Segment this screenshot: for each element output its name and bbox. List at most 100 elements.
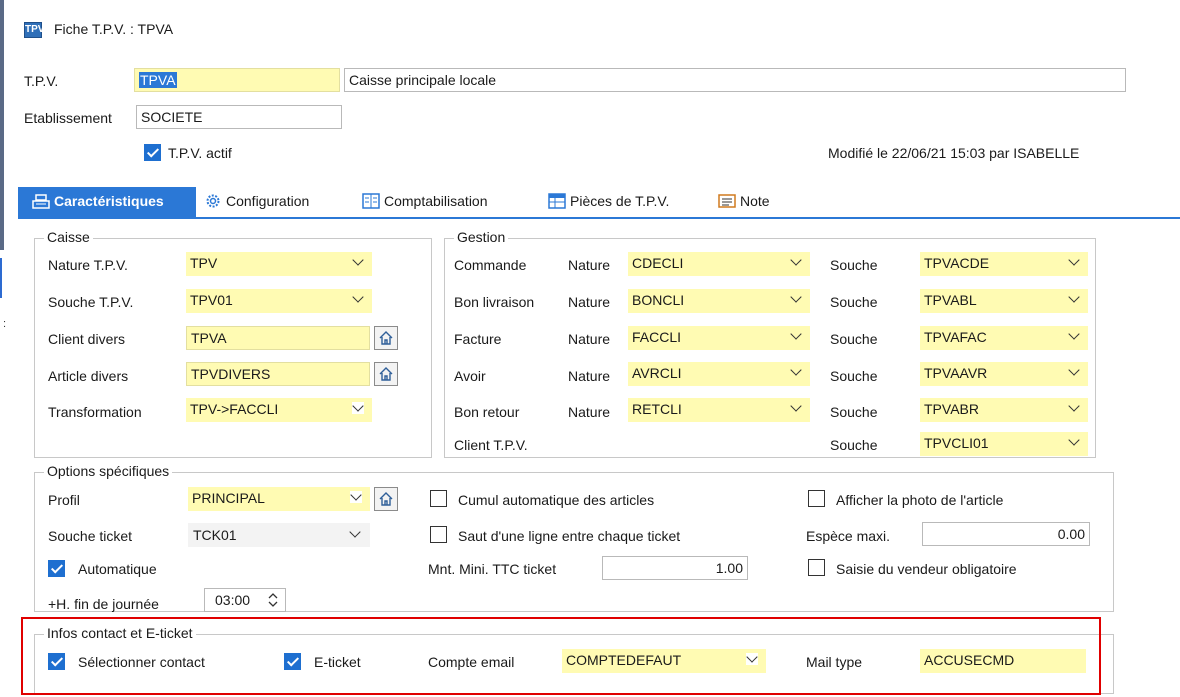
client-divers-lookup-button[interactable] — [374, 326, 398, 350]
article-divers-field[interactable]: TPVDIVERS — [186, 362, 370, 386]
tpv-app-icon: TPV — [24, 22, 44, 38]
transformation-select[interactable]: TPV->FACCLI — [186, 398, 372, 422]
chevron-down-icon[interactable] — [790, 293, 802, 305]
chevron-down-icon[interactable] — [790, 402, 802, 414]
profil-value: PRINCIPAL — [192, 490, 265, 506]
souche-label: Souche — [830, 404, 878, 420]
facture-nature-value: FACCLI — [632, 329, 682, 345]
chevron-down-icon[interactable] — [1068, 402, 1080, 414]
avoir-nature-select[interactable]: AVRCLI — [628, 362, 810, 386]
souche-label: Souche — [830, 437, 878, 453]
tab-caracteristiques[interactable]: Caractéristiques — [18, 187, 196, 218]
gestion-row-label: Facture — [454, 331, 502, 347]
profil-label: Profil — [48, 492, 80, 508]
commande-nature-select[interactable]: CDECLI — [628, 252, 810, 276]
souche-label: Souche — [830, 257, 878, 273]
nature-label: Nature — [568, 331, 611, 347]
nature-label: Nature — [568, 257, 611, 273]
nature-tpv-value: TPV — [190, 255, 218, 271]
souche-label: Souche — [830, 294, 878, 310]
chevron-down-icon[interactable] — [790, 256, 802, 268]
edge-mark: : — [3, 318, 7, 330]
espece-maxi-field[interactable]: 0.00 — [922, 522, 1090, 546]
chevron-down-icon[interactable] — [349, 528, 361, 540]
chevron-down-icon[interactable] — [352, 293, 364, 305]
nature-tpv-select[interactable]: TPV — [186, 252, 372, 276]
tab-comptabilisation[interactable]: Comptabilisation — [362, 193, 488, 209]
chevron-down-icon[interactable] — [352, 402, 364, 414]
espece-maxi-label: Espèce maxi. — [806, 528, 891, 544]
bon-retour-souche-select[interactable]: TPVABR — [920, 398, 1088, 422]
home-icon — [379, 331, 393, 345]
photo-article-checkbox[interactable] — [808, 490, 825, 507]
article-divers-lookup-button[interactable] — [374, 362, 398, 386]
chevron-down-icon[interactable] — [350, 491, 362, 503]
gestion-row-label: Bon retour — [454, 404, 520, 420]
transformation-value: TPV->FACCLI — [190, 401, 279, 417]
client-tpv-souche-select[interactable]: TPVCLI01 — [920, 432, 1088, 456]
article-divers-label: Article divers — [48, 368, 129, 384]
tab-configuration[interactable]: Configuration — [204, 193, 309, 209]
chevron-down-icon[interactable] — [1068, 330, 1080, 342]
profil-select[interactable]: PRINCIPAL — [188, 487, 370, 511]
home-icon — [379, 367, 393, 381]
chevron-down-icon[interactable] — [1068, 366, 1080, 378]
tpv-description-field[interactable]: Caisse principale locale — [344, 68, 1126, 92]
souche-ticket-select[interactable]: TCK01 — [188, 523, 370, 547]
transformation-label: Transformation — [48, 404, 142, 420]
souche-tpv-select[interactable]: TPV01 — [186, 289, 372, 313]
gestion-row-label: Avoir — [454, 368, 486, 384]
highlight-box — [21, 617, 1101, 695]
profil-lookup-button[interactable] — [374, 487, 398, 511]
chevron-down-icon[interactable] — [790, 330, 802, 342]
mnt-mini-field[interactable]: 1.00 — [602, 556, 748, 580]
window-edge — [0, 0, 4, 250]
automatique-checkbox[interactable] — [48, 560, 65, 577]
commande-souche-select[interactable]: TPVACDE — [920, 252, 1088, 276]
chevron-down-icon[interactable] — [1068, 436, 1080, 448]
window-edge-accent — [0, 258, 2, 298]
window-title: Fiche T.P.V. : TPVA — [54, 21, 174, 37]
bon-retour-nature-value: RETCLI — [632, 401, 682, 417]
chevron-down-icon[interactable] — [790, 366, 802, 378]
nature-label: Nature — [568, 368, 611, 384]
spinner-updown-icon[interactable] — [267, 591, 279, 609]
saisie-vendeur-checkbox[interactable] — [808, 559, 825, 576]
tpv-actif-checkbox[interactable] — [144, 144, 161, 161]
fin-journee-time-input[interactable]: 03:00 — [204, 588, 286, 612]
tab-pieces-tpv[interactable]: Pièces de T.P.V. — [548, 193, 669, 209]
facture-nature-select[interactable]: FACCLI — [628, 326, 810, 350]
bon-livraison-nature-select[interactable]: BONCLI — [628, 289, 810, 313]
tpv-code-value: TPVA — [139, 72, 177, 88]
client-divers-field[interactable]: TPVA — [186, 326, 370, 350]
tab-label: Comptabilisation — [384, 193, 488, 209]
caisse-legend: Caisse — [44, 229, 93, 245]
cumul-checkbox[interactable] — [430, 490, 447, 507]
note-icon — [718, 193, 736, 209]
tab-label: Note — [740, 193, 770, 209]
tab-note[interactable]: Note — [718, 193, 770, 209]
chevron-down-icon[interactable] — [1068, 256, 1080, 268]
photo-article-label: Afficher la photo de l'article — [836, 492, 1004, 508]
facture-souche-select[interactable]: TPVAFAC — [920, 326, 1088, 350]
souche-ticket-value: TCK01 — [193, 527, 237, 543]
avoir-souche-select[interactable]: TPVAAVR — [920, 362, 1088, 386]
chevron-down-icon[interactable] — [352, 256, 364, 268]
souche-tpv-label: Souche T.P.V. — [48, 294, 134, 310]
bon-livraison-souche-select[interactable]: TPVABL — [920, 289, 1088, 313]
tpv-actif-label: T.P.V. actif — [168, 145, 232, 161]
fin-journee-value: 03:00 — [215, 592, 251, 608]
tab-label: Caractéristiques — [54, 193, 164, 209]
etablissement-field[interactable]: SOCIETE — [136, 105, 342, 129]
souche-label: Souche — [830, 331, 878, 347]
tab-label: Configuration — [226, 193, 310, 209]
chevron-down-icon[interactable] — [1068, 293, 1080, 305]
mnt-mini-label: Mnt. Mini. TTC ticket — [428, 561, 557, 577]
cumul-label: Cumul automatique des articles — [458, 492, 655, 508]
saut-ligne-checkbox[interactable] — [430, 526, 447, 543]
bon-retour-nature-select[interactable]: RETCLI — [628, 398, 810, 422]
tpv-label: T.P.V. — [24, 73, 59, 89]
bon-retour-souche-value: TPVABR — [924, 401, 979, 417]
tpv-code-field[interactable]: TPVA — [134, 68, 340, 92]
commande-nature-value: CDECLI — [632, 255, 684, 271]
